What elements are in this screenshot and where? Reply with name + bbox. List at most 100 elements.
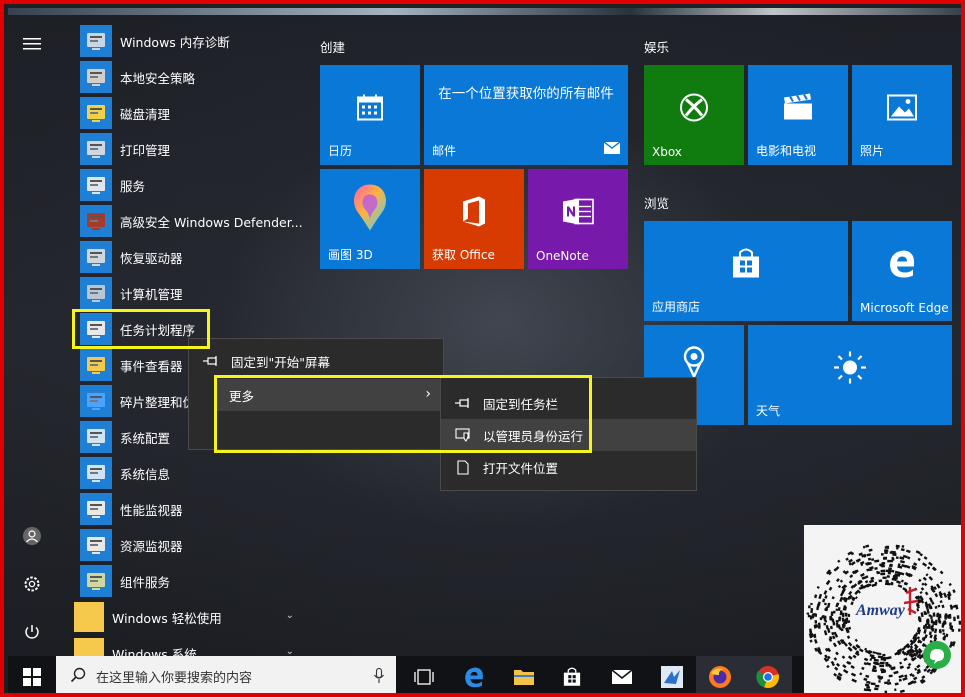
chevron-down-icon: ⌄	[285, 610, 294, 621]
app-label: 本地安全策略	[120, 70, 196, 86]
group-title-entertainment: 娱乐	[644, 40, 670, 55]
chrome-icon[interactable]	[744, 656, 792, 693]
tile-label: 画图 3D	[328, 248, 373, 262]
highlight-run-as-admin	[214, 375, 592, 453]
power-icon[interactable]	[18, 618, 46, 646]
app-label: 系统信息	[120, 466, 171, 482]
firefox-icon[interactable]	[696, 656, 744, 693]
resource-monitor-icon	[80, 529, 112, 561]
app-label: 系统配置	[120, 430, 171, 446]
tile-photos[interactable]: 照片	[852, 65, 952, 165]
photos-icon	[887, 94, 917, 124]
group-title-create: 创建	[320, 40, 346, 55]
tile-movies-tv[interactable]: 电影和电视	[748, 65, 848, 165]
security-policy-icon	[80, 61, 112, 93]
mail-envelope-icon	[603, 141, 621, 157]
tile-get-office[interactable]: 获取 Office	[424, 169, 524, 269]
app-item[interactable]: 恢复驱动器	[76, 240, 306, 274]
app-item[interactable]: 服务	[76, 168, 306, 202]
app-label: 碎片整理和优	[120, 394, 196, 410]
hamburger-menu-icon[interactable]	[18, 30, 46, 58]
app-item[interactable]: Windows 内存诊断	[76, 24, 306, 58]
office-logo-icon	[459, 196, 489, 231]
services-gear-icon	[80, 169, 112, 201]
app-item[interactable]: 性能监视器	[76, 492, 306, 526]
paint3d-icon	[350, 183, 390, 236]
maps-pin-icon	[679, 345, 709, 382]
settings-gear-icon[interactable]	[18, 570, 46, 598]
app-label: Windows 内存诊断	[120, 34, 230, 50]
menu-item-label: 固定到"开始"屏幕	[231, 354, 330, 370]
firewall-icon	[80, 205, 112, 237]
disk-cleanup-icon	[80, 97, 112, 129]
app-label: 打印管理	[120, 142, 171, 158]
app-item[interactable]: 磁盘清理	[76, 96, 306, 130]
app-label: 服务	[120, 178, 146, 194]
app-label: 磁盘清理	[120, 106, 171, 122]
tile-store[interactable]: 应用商店	[644, 221, 848, 321]
user-account-icon[interactable]	[18, 522, 46, 550]
store-bag-icon	[730, 248, 762, 283]
mail-taskbar-icon[interactable]	[598, 656, 646, 693]
app-item[interactable]: 高级安全 Windows Defender...	[76, 204, 306, 238]
tile-onenote[interactable]: OneNote	[528, 169, 628, 269]
microphone-icon[interactable]	[374, 667, 384, 687]
highlight-task-scheduler	[72, 309, 210, 349]
tile-label: OneNote	[536, 249, 589, 263]
computer-management-icon	[80, 277, 112, 309]
search-placeholder: 在这里输入你要搜索的内容	[96, 671, 253, 686]
file-explorer-icon[interactable]	[500, 656, 548, 693]
app-item[interactable]: 系统信息	[76, 456, 306, 490]
xbox-logo-icon	[679, 93, 709, 126]
store-taskbar-icon[interactable]	[548, 656, 596, 693]
tile-label: 照片	[860, 144, 885, 158]
component-services-icon	[80, 565, 112, 597]
tile-label: 电影和电视	[756, 144, 817, 158]
sun-icon	[833, 351, 867, 388]
app-item[interactable]: 资源监视器	[76, 528, 306, 562]
defrag-icon	[80, 385, 112, 417]
recovery-drive-icon	[80, 241, 112, 273]
system-config-icon	[80, 421, 112, 453]
tile-label: 天气	[756, 404, 781, 418]
edge-taskbar-icon[interactable]	[450, 656, 498, 693]
calendar-icon	[355, 93, 385, 126]
app-label: 性能监视器	[120, 502, 183, 518]
start-menu-screen: Windows 内存诊断 本地安全策略 磁盘清理打印管理服务高级安全 Windows…	[0, 0, 965, 697]
tile-xbox[interactable]: Xbox	[644, 65, 744, 165]
tile-weather[interactable]: 天气	[748, 325, 952, 425]
system-info-icon	[80, 457, 112, 489]
clapperboard-icon	[782, 93, 814, 125]
wallpaper-strip	[8, 8, 961, 15]
app-label: 资源监视器	[120, 538, 183, 554]
mail-headline: 在一个位置获取你的所有邮件	[438, 86, 614, 102]
app-item[interactable]: 计算机管理	[76, 276, 306, 310]
menu-item-pin-start[interactable]: 固定到"开始"屏幕	[189, 345, 443, 377]
tile-calendar[interactable]: 日历	[320, 65, 420, 165]
tile-edge[interactable]: Microsoft Edge	[852, 221, 952, 321]
folder-icon	[74, 602, 104, 632]
tile-label: 日历	[328, 144, 353, 158]
tile-label: 获取 Office	[432, 248, 495, 262]
search-icon	[70, 667, 86, 686]
app-item[interactable]: 组件服务	[76, 564, 306, 598]
folder-label: Windows 轻松使用	[112, 610, 222, 626]
menu-item-open-location[interactable]: 打开文件位置	[441, 451, 696, 483]
pinned-app-bird-icon[interactable]	[648, 656, 696, 693]
qr-brand-label: Amway	[856, 602, 905, 619]
tile-mail[interactable]: 在一个位置获取你的所有邮件 邮件	[424, 65, 628, 165]
app-item[interactable]: 本地安全策略	[76, 60, 306, 94]
onenote-logo-icon	[561, 196, 595, 231]
windows-start-icon[interactable]	[8, 656, 56, 693]
pin-icon	[201, 356, 221, 366]
app-item[interactable]: 打印管理	[76, 132, 306, 166]
file-icon	[453, 459, 473, 475]
event-viewer-icon	[80, 349, 112, 381]
taskbar-search-box[interactable]: 在这里输入你要搜索的内容	[56, 656, 396, 693]
folder-ease-of-access[interactable]: Windows 轻松使用 ⌄	[72, 600, 302, 634]
memory-diagnostic-icon	[80, 25, 112, 57]
qr-code-overlay: Amway	[804, 525, 961, 693]
tile-paint3d[interactable]: 画图 3D	[320, 169, 420, 269]
app-label: 事件查看器	[120, 358, 183, 374]
task-view-icon[interactable]	[400, 656, 448, 693]
